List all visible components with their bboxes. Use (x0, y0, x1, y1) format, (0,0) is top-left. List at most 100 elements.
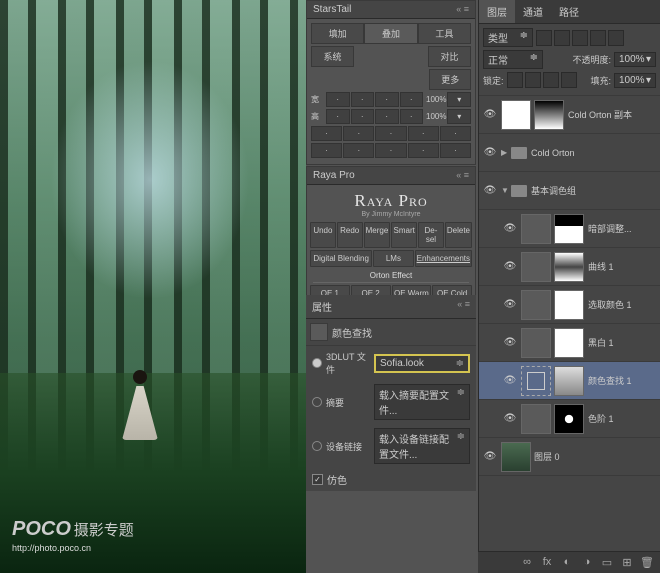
layer-row[interactable]: 👁曲线 1 (479, 248, 660, 286)
st-h-dd[interactable]: ▾ (447, 109, 471, 124)
tab-channels[interactable]: 通道 (515, 0, 551, 23)
visibility-icon[interactable]: 👁 (503, 374, 517, 388)
st-tab-add[interactable]: 填加 (311, 23, 364, 44)
filter-icon[interactable] (572, 30, 588, 46)
tab-layers[interactable]: 图层 (479, 0, 515, 23)
st-h1[interactable]: · (326, 109, 350, 124)
visibility-icon[interactable]: 👁 (503, 260, 517, 274)
dither-checkbox[interactable]: ✓ (312, 474, 323, 485)
st-tab-overlay[interactable]: 叠加 (364, 23, 417, 44)
layer-mask[interactable] (554, 252, 584, 282)
panel-menu-icon[interactable]: « ≡ (457, 299, 470, 314)
filter-icon[interactable] (590, 30, 606, 46)
redo-button[interactable]: Redo (337, 222, 363, 248)
disclosure-icon[interactable]: ▶ (501, 148, 511, 157)
lock-icon[interactable] (543, 72, 559, 88)
visibility-icon[interactable]: 👁 (503, 412, 517, 426)
layer-row[interactable]: 👁黑白 1 (479, 324, 660, 362)
lms-button[interactable]: LMs (373, 250, 413, 267)
st-r3-4[interactable]: · (408, 126, 439, 141)
st-r3-1[interactable]: · (311, 126, 342, 141)
filter-icon[interactable] (536, 30, 552, 46)
undo-button[interactable]: Undo (310, 222, 336, 248)
filter-kind[interactable]: 类型≑ (483, 28, 533, 47)
layer-mask[interactable] (554, 328, 584, 358)
disclosure-icon[interactable]: ▼ (501, 186, 511, 195)
layer-thumb[interactable] (521, 252, 551, 282)
starstail-header[interactable]: StarsTail« ≡ (307, 1, 475, 19)
link-icon[interactable]: ∞ (520, 556, 534, 570)
raya-header[interactable]: Raya Pro« ≡ (307, 167, 475, 185)
lock-icon[interactable] (525, 72, 541, 88)
visibility-icon[interactable]: 👁 (503, 222, 517, 236)
trash-icon[interactable]: 🗑 (640, 556, 654, 570)
layer-thumb[interactable] (521, 404, 551, 434)
st-w1[interactable]: · (326, 92, 350, 107)
st-tab-sys[interactable]: 系统 (311, 46, 354, 67)
st-w2[interactable]: · (351, 92, 375, 107)
merge-button[interactable]: Merge (364, 222, 391, 248)
st-r4-4[interactable]: · (408, 143, 439, 158)
delete-button[interactable]: Delete (445, 222, 472, 248)
blend-mode[interactable]: 正常≑ (483, 50, 543, 69)
panel-menu-icon[interactable]: « ≡ (456, 4, 469, 15)
filter-icon[interactable] (608, 30, 624, 46)
layer-thumb[interactable] (521, 214, 551, 244)
layer-thumb[interactable] (521, 366, 551, 396)
visibility-icon[interactable]: 👁 (483, 108, 497, 122)
tab-paths[interactable]: 路径 (551, 0, 587, 23)
layer-row[interactable]: 👁▶Cold Orton (479, 134, 660, 172)
lock-icon[interactable] (561, 72, 577, 88)
devlink-dropdown[interactable]: 载入设备链接配置文件...≑ (374, 428, 470, 464)
radio-abstract[interactable] (312, 397, 322, 407)
lut-dropdown[interactable]: Sofia.look≑ (374, 354, 470, 373)
panel-menu-icon[interactable]: « ≡ (456, 170, 469, 181)
st-r3-2[interactable]: · (343, 126, 374, 141)
layer-thumb[interactable] (501, 100, 531, 130)
layer-mask[interactable] (554, 404, 584, 434)
layer-row[interactable]: 👁Cold Orton 副本 (479, 96, 660, 134)
visibility-icon[interactable]: 👁 (483, 184, 497, 198)
radio-3dlut[interactable] (312, 358, 322, 368)
layer-row[interactable]: 👁暗部调整... (479, 210, 660, 248)
visibility-icon[interactable]: 👁 (503, 298, 517, 312)
st-w3[interactable]: · (375, 92, 399, 107)
st-tab-compare[interactable]: 对比 (428, 46, 471, 67)
enhancements-button[interactable]: Enhancements (415, 250, 472, 267)
st-h4[interactable]: · (400, 109, 424, 124)
visibility-icon[interactable]: 👁 (483, 450, 497, 464)
visibility-icon[interactable]: 👁 (483, 146, 497, 160)
layer-mask[interactable] (554, 214, 584, 244)
st-r4-3[interactable]: · (375, 143, 406, 158)
st-r3-3[interactable]: · (375, 126, 406, 141)
layer-row[interactable]: 👁图层 0 (479, 438, 660, 476)
mask-icon[interactable]: ◐ (560, 556, 574, 570)
abstract-dropdown[interactable]: 载入摘要配置文件...≑ (374, 384, 470, 420)
properties-header[interactable]: 属性« ≡ (306, 295, 476, 319)
radio-devicelink[interactable] (312, 441, 322, 451)
desel-button[interactable]: De-sel (418, 222, 444, 248)
visibility-icon[interactable]: 👁 (503, 336, 517, 350)
group-icon[interactable]: ▭ (600, 556, 614, 570)
layer-row[interactable]: 👁选取颜色 1 (479, 286, 660, 324)
layer-mask[interactable] (554, 366, 584, 396)
smart-button[interactable]: Smart (391, 222, 417, 248)
digital-blending-button[interactable]: Digital Blending (310, 250, 372, 267)
st-w-dd[interactable]: ▾ (447, 92, 471, 107)
new-layer-icon[interactable]: ⊞ (620, 556, 634, 570)
st-w4[interactable]: · (400, 92, 424, 107)
st-r4-1[interactable]: · (311, 143, 342, 158)
layer-thumb[interactable] (501, 442, 531, 472)
layer-row[interactable]: 👁▼基本调色组 (479, 172, 660, 210)
fx-icon[interactable]: fx (540, 556, 554, 570)
st-r4-5[interactable]: · (440, 143, 471, 158)
st-h2[interactable]: · (351, 109, 375, 124)
layer-thumb[interactable] (521, 328, 551, 358)
layer-mask[interactable] (554, 290, 584, 320)
filter-icon[interactable] (554, 30, 570, 46)
fill-field[interactable]: 100%▾ (614, 73, 656, 88)
layer-row[interactable]: 👁色阶 1 (479, 400, 660, 438)
layer-row[interactable]: 👁颜色查找 1 (479, 362, 660, 400)
opacity-field[interactable]: 100%▾ (614, 52, 656, 67)
layer-mask[interactable] (534, 100, 564, 130)
